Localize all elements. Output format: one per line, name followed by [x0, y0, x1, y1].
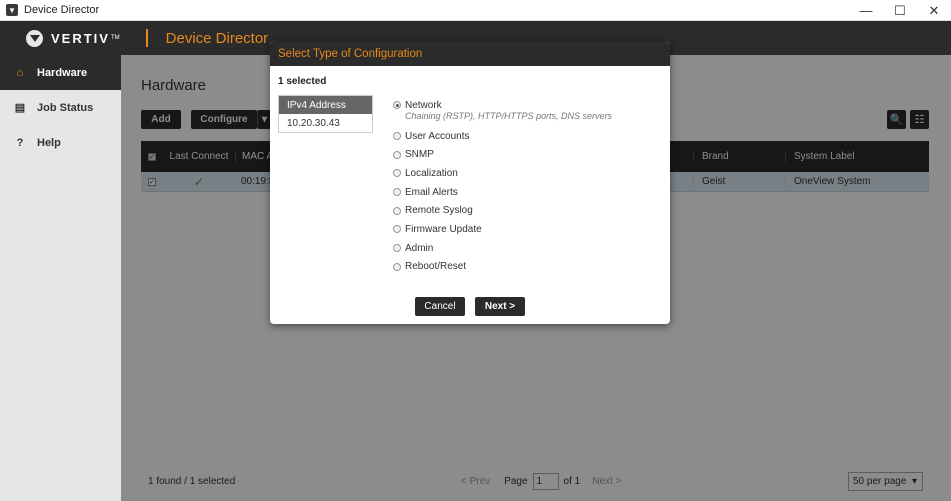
selected-count: 1 selected [278, 76, 327, 87]
ip-list-header: IPv4 Address [279, 96, 372, 114]
help-icon: ? [16, 136, 24, 149]
sidebar-item-label: Hardware [37, 66, 88, 79]
option-label: Localization [405, 167, 458, 179]
list-item: 10.20.30.43 [287, 117, 340, 129]
logo-text: VERTIV [51, 30, 110, 46]
dialog-title: Select Type of Configuration [270, 41, 670, 66]
sidebar-item-label: Help [37, 136, 61, 149]
sidebar-item-job-status[interactable]: ▤ Job Status [0, 90, 121, 125]
maximize-icon[interactable]: ☐ [883, 0, 917, 21]
radio-icon[interactable] [393, 150, 401, 159]
radio-icon[interactable] [393, 244, 401, 253]
config-type-dialog: Select Type of Configuration 1 selected … [270, 41, 670, 324]
window-titlebar: ▼ Device Director — ☐ ✕ [0, 0, 951, 21]
option-label: User Accounts [405, 130, 470, 142]
option-label: SNMP [405, 149, 434, 161]
option-label: Admin [405, 242, 434, 254]
config-type-options: Network Chaining (RSTP), HTTP/HTTPS port… [393, 96, 612, 276]
option-reboot-reset[interactable]: Reboot/Reset [393, 258, 612, 277]
option-label: Firmware Update [405, 223, 482, 235]
radio-icon[interactable] [393, 225, 401, 234]
option-firmware-update[interactable]: Firmware Update [393, 220, 612, 239]
header-divider [145, 29, 148, 47]
option-label: Remote Syslog [405, 205, 473, 217]
window-controls: — ☐ ✕ [849, 0, 951, 21]
option-snmp[interactable]: SNMP [393, 145, 612, 164]
radio-icon[interactable] [393, 206, 401, 215]
option-label: Reboot/Reset [405, 261, 467, 273]
radio-selected-icon[interactable] [393, 101, 401, 110]
next-button[interactable]: Next > [475, 297, 525, 316]
option-label: Email Alerts [405, 186, 458, 198]
option-email-alerts[interactable]: Email Alerts [393, 183, 612, 202]
close-icon[interactable]: ✕ [917, 0, 951, 21]
logo-trademark: TM [110, 35, 120, 41]
minimize-icon[interactable]: — [849, 0, 883, 21]
radio-icon[interactable] [393, 262, 401, 271]
radio-icon[interactable] [393, 132, 401, 141]
sidebar-item-help[interactable]: ? Help [0, 125, 121, 160]
option-user-accounts[interactable]: User Accounts [393, 127, 612, 146]
option-localization[interactable]: Localization [393, 164, 612, 183]
option-description: Chaining (RSTP), HTTP/HTTPS ports, DNS s… [405, 110, 613, 121]
dialog-buttons: Cancel Next > [270, 297, 670, 316]
home-icon: ⌂ [16, 66, 24, 79]
vertiv-logo: VERTIV TM [26, 29, 120, 47]
sidebar: ⌂ Hardware ▤ Job Status ? Help [0, 55, 121, 501]
sidebar-item-hardware[interactable]: ⌂ Hardware [0, 55, 121, 90]
window-title: Device Director [24, 4, 100, 16]
selected-device-list: IPv4 Address 10.20.30.43 [278, 95, 373, 133]
option-label: Network [405, 99, 442, 111]
option-remote-syslog[interactable]: Remote Syslog [393, 201, 612, 220]
app-name: Device Director [165, 29, 269, 47]
radio-icon[interactable] [393, 188, 401, 197]
sidebar-item-label: Job Status [37, 101, 94, 114]
clipboard-icon: ▤ [14, 102, 26, 114]
cancel-button[interactable]: Cancel [415, 297, 465, 316]
option-admin[interactable]: Admin [393, 239, 612, 258]
vertiv-logo-icon [26, 29, 43, 47]
radio-icon[interactable] [393, 169, 401, 178]
app-icon: ▼ [6, 4, 18, 16]
